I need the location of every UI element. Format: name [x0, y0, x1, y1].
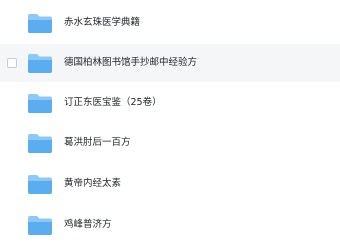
file-row-hovered[interactable]: 德国柏林图书馆手抄邮中经验方 — [0, 44, 340, 82]
file-name: 鸡峰普济方 — [64, 219, 112, 230]
file-name: 葛洪肘后一百方 — [64, 137, 131, 148]
row-checkbox[interactable] — [7, 58, 17, 68]
folder-icon — [28, 216, 52, 235]
folder-icon — [28, 175, 52, 194]
file-row[interactable]: 赤水玄珠医学典籍 — [0, 4, 340, 42]
file-name: 黄帝内经太素 — [64, 178, 122, 189]
file-row[interactable]: 黄帝内经太素 — [0, 165, 340, 203]
file-name: 订正东医宝鉴（25卷） — [64, 97, 162, 108]
folder-icon — [28, 94, 52, 113]
file-row[interactable]: 订正东医宝鉴（25卷） — [0, 84, 340, 122]
file-row[interactable]: 葛洪肘后一百方 — [0, 124, 340, 162]
folder-icon — [28, 54, 52, 73]
folder-icon — [28, 134, 52, 153]
file-list: 赤水玄珠医学典籍 德国柏林图书馆手抄邮中经验方 订正东医宝鉴（25卷） 葛洪肘后… — [0, 0, 340, 252]
folder-icon — [28, 14, 52, 33]
file-name: 德国柏林图书馆手抄邮中经验方 — [64, 57, 198, 68]
file-name: 赤水玄珠医学典籍 — [64, 17, 141, 28]
file-row[interactable]: 鸡峰普济方 — [0, 206, 340, 244]
